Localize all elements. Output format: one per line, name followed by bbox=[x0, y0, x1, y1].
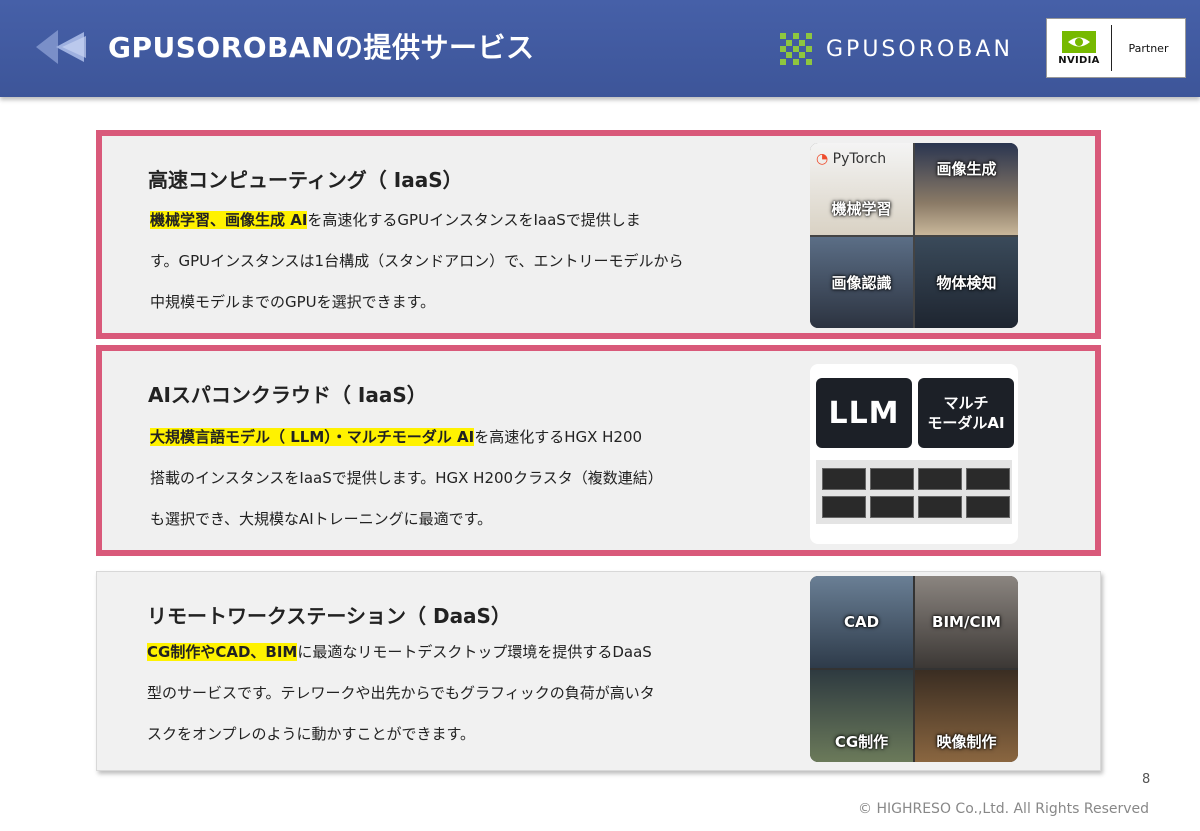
tile-label: CAD bbox=[843, 613, 880, 631]
daas-thumbnail: CAD BIM/CIM CG制作 映像制作 bbox=[810, 576, 1018, 762]
desc-line: 型のサービスです。テレワークや出先からでもグラフィックの負荷が高いタ bbox=[147, 684, 655, 702]
desc-line: 搭載のインスタンスをIaaSで提供します。HGX H200クラスタ（複数連結） bbox=[150, 469, 663, 487]
server-unit bbox=[966, 496, 1010, 518]
copyright: © HIGHRESO Co.,Ltd. All Rights Reserved bbox=[858, 801, 1150, 817]
service-highlight: CG制作やCAD、BIM bbox=[147, 643, 298, 661]
server-unit bbox=[918, 468, 962, 490]
nvidia-wordmark: NVIDIA bbox=[1058, 54, 1100, 66]
page-number: 8 bbox=[1142, 772, 1151, 787]
page-title: GPUSOROBANの提供サービス bbox=[108, 31, 535, 64]
tile-cad: CAD bbox=[810, 576, 913, 668]
tile-label: BIM/CIM bbox=[932, 613, 1001, 631]
nav-arrow-icon bbox=[36, 30, 86, 64]
server-unit bbox=[918, 496, 962, 518]
multimodal-tile: マルチ モーダルAI bbox=[918, 378, 1014, 448]
desc-line: を高速化するHGX H200 bbox=[474, 428, 643, 446]
server-unit bbox=[822, 496, 866, 518]
tile-image-recognition: 画像認識 bbox=[810, 237, 913, 328]
server-unit bbox=[966, 468, 1010, 490]
pytorch-logo: ◔ PyTorch bbox=[816, 151, 887, 167]
service-title: リモートワークステーション（ DaaS） bbox=[147, 604, 511, 628]
tile-cg: CG制作 bbox=[810, 670, 913, 762]
brand-logo: GPUSOROBAN bbox=[778, 30, 1013, 68]
tile-label: 画像認識 bbox=[831, 274, 892, 292]
server-rack bbox=[816, 460, 1012, 524]
service-title: AIスパコンクラウド（ IaaS） bbox=[148, 383, 427, 407]
desc-line: も選択でき、大規模なAIトレーニングに最適です。 bbox=[150, 510, 493, 528]
tile-label: 映像制作 bbox=[936, 732, 997, 751]
llm-tile: LLM bbox=[816, 378, 912, 448]
iaas-thumbnail: ◔ PyTorch 機械学習 画像生成 画像認識 物体検知 bbox=[810, 143, 1018, 328]
tile-label: 機械学習 bbox=[831, 199, 892, 218]
tile-ml: ◔ PyTorch 機械学習 bbox=[810, 143, 913, 235]
ai-supercomputer-thumbnail: LLM マルチ モーダルAI bbox=[810, 364, 1018, 544]
service-description: 機械学習、画像生成 AIを高速化するGPUインスタンスをIaaSで提供しま す。… bbox=[150, 200, 730, 323]
header-band: GPUSOROBANの提供サービス GPUSOROBAN NVIDIA Part… bbox=[0, 0, 1200, 97]
tile-object-detection: 物体検知 bbox=[915, 237, 1018, 328]
tile-image-gen: 画像生成 bbox=[915, 143, 1018, 235]
service-highlight: 機械学習、画像生成 AI bbox=[150, 211, 308, 229]
server-unit bbox=[870, 496, 914, 518]
service-title: 高速コンピューティング（ IaaS） bbox=[148, 168, 463, 192]
service-highlight: 大規模言語モデル（ LLM）・マルチモーダル AI bbox=[150, 428, 475, 446]
soroban-icon bbox=[780, 33, 812, 65]
tile-label: 物体検知 bbox=[936, 274, 997, 292]
tile-label: CG制作 bbox=[834, 732, 889, 751]
server-unit bbox=[822, 468, 866, 490]
tile-video: 映像制作 bbox=[915, 670, 1018, 762]
desc-line: に最適なリモートデスクトップ環境を提供するDaaS bbox=[297, 643, 652, 661]
tile-bim-cim: BIM/CIM bbox=[915, 576, 1018, 668]
service-description: 大規模言語モデル（ LLM）・マルチモーダル AIを高速化するHGX H200 … bbox=[150, 417, 730, 540]
desc-line: を高速化するGPUインスタンスをIaaSで提供しま bbox=[307, 211, 641, 229]
nvidia-eye-icon bbox=[1062, 30, 1096, 53]
service-description: CG制作やCAD、BIMに最適なリモートデスクトップ環境を提供するDaaS 型の… bbox=[147, 632, 727, 755]
nvidia-partner-badge: NVIDIA Partner bbox=[1046, 18, 1186, 78]
brand-name: GPUSOROBAN bbox=[826, 36, 1013, 62]
server-unit bbox=[870, 468, 914, 490]
desc-line: 中規模モデルまでのGPUを選択できます。 bbox=[150, 293, 436, 311]
tile-label: 画像生成 bbox=[936, 159, 997, 178]
desc-line: スクをオンプレのように動かすことができます。 bbox=[147, 725, 476, 743]
desc-line: す。GPUインスタンスは1台構成（スタンドアロン）で、エントリーモデルから bbox=[150, 252, 684, 270]
partner-label: Partner bbox=[1128, 41, 1169, 55]
